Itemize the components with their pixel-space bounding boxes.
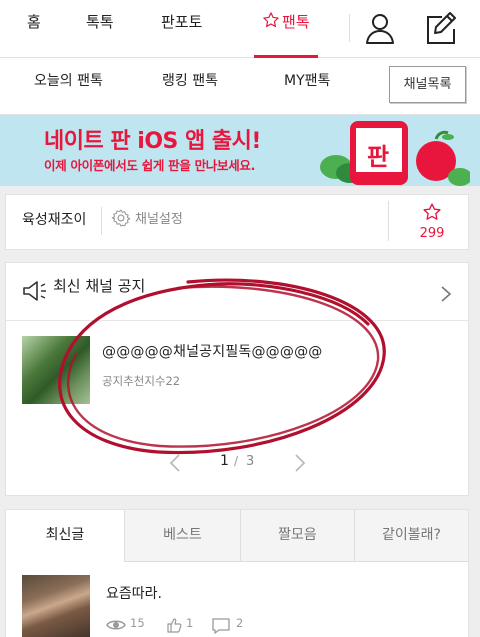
user-icon xyxy=(366,14,394,44)
like-count: 1 xyxy=(186,616,194,630)
tab-panphoto[interactable]: 판포토 xyxy=(161,0,202,58)
chevron-right-icon[interactable] xyxy=(293,453,307,473)
subnav-ranking[interactable]: 랭킹 팬톡 xyxy=(162,58,218,104)
compose-button[interactable] xyxy=(420,8,460,48)
tab-home[interactable]: 홈 xyxy=(27,0,41,58)
notice-thumbnail[interactable] xyxy=(22,336,90,404)
tab-latest[interactable]: 최신글 xyxy=(6,510,124,562)
notice-heading: 최신 채널 공지 xyxy=(53,277,146,295)
gear-icon xyxy=(111,209,131,227)
user-button[interactable] xyxy=(360,8,400,48)
tab-gallery[interactable]: 짤모음 xyxy=(240,510,354,562)
post-title[interactable]: 요즘따라. xyxy=(106,583,162,603)
comment-count: 2 xyxy=(236,616,244,630)
notice-post-title[interactable]: @@@@@채널공지필독@@@@@ xyxy=(102,341,322,361)
channel-divider xyxy=(101,207,102,235)
tab-best[interactable]: 베스트 xyxy=(124,510,240,562)
page-total: 3 xyxy=(246,454,255,469)
tab-fantalk[interactable]: 팬톡 xyxy=(254,0,318,58)
channel-settings-label: 채널설정 xyxy=(135,212,183,227)
tab-watch-together[interactable]: 같이볼래? xyxy=(354,510,468,562)
promo-banner[interactable]: 네이트 판 iOS 앱 출시! 이제 아이폰에서도 쉽게 판을 만나보세요. 판 xyxy=(0,115,480,186)
page-separator: / xyxy=(234,454,239,468)
compose-icon xyxy=(427,12,456,44)
tab-toktok[interactable]: 톡톡 xyxy=(86,0,114,58)
subnav-today[interactable]: 오늘의 팬톡 xyxy=(34,58,103,104)
nav-divider xyxy=(349,14,350,42)
megaphone-icon xyxy=(23,281,46,301)
channel-name: 육성재조이 xyxy=(22,212,87,228)
notice-pager: 1 / 3 xyxy=(6,449,468,479)
comment-icon xyxy=(212,618,230,634)
channel-settings-button[interactable]: 채널설정 xyxy=(111,195,183,245)
notice-post-meta: 공지추천지수22 xyxy=(102,374,181,388)
notice-header[interactable]: 최신 채널 공지 xyxy=(6,263,468,321)
subnav-my[interactable]: MY팬톡 xyxy=(284,58,330,104)
star-icon xyxy=(263,12,279,28)
channel-divider-2 xyxy=(388,201,389,241)
eye-icon xyxy=(106,620,126,630)
tab-fantalk-label: 팬톡 xyxy=(282,13,310,31)
posts-tabs: 최신글 베스트 짤모음 같이볼래? xyxy=(6,510,468,562)
app-icon-text: 판 xyxy=(367,143,390,171)
top-nav: 홈 톡톡 판포토 팬톡 xyxy=(0,0,480,58)
post-thumbnail[interactable] xyxy=(22,575,90,637)
channel-star-button[interactable]: 299 xyxy=(402,202,462,241)
star-icon xyxy=(423,203,441,220)
tab-toktok-label: 톡톡 xyxy=(86,13,114,31)
posts-card: 최신글 베스트 짤모음 같이볼래? 요즘따라. 15 1 2 xyxy=(5,509,469,637)
app-icon-illustration xyxy=(320,121,470,186)
chevron-left-icon[interactable] xyxy=(168,453,182,473)
banner-subtitle: 이제 아이폰에서도 쉽게 판을 만나보세요. xyxy=(44,158,256,173)
page-current: 1 xyxy=(220,453,229,469)
banner-title: 네이트 판 iOS 앱 출시! xyxy=(44,129,261,154)
thumbs-up-icon xyxy=(167,618,182,633)
channel-notice-card: 최신 채널 공지 @@@@@채널공지필독@@@@@ 공지추천지수22 1 / 3 xyxy=(5,262,469,496)
chevron-right-icon xyxy=(441,286,452,302)
tab-panphoto-label: 판포토 xyxy=(161,13,203,31)
channel-list-button[interactable]: 채널목록 xyxy=(389,66,466,103)
channel-info: 육성재조이 채널설정 299 xyxy=(5,194,469,250)
star-count: 299 xyxy=(419,226,445,241)
tab-home-label: 홈 xyxy=(27,13,41,31)
sub-nav: 오늘의 팬톡 랭킹 팬톡 MY팬톡 채널목록 xyxy=(0,58,480,115)
view-count: 15 xyxy=(130,616,145,630)
